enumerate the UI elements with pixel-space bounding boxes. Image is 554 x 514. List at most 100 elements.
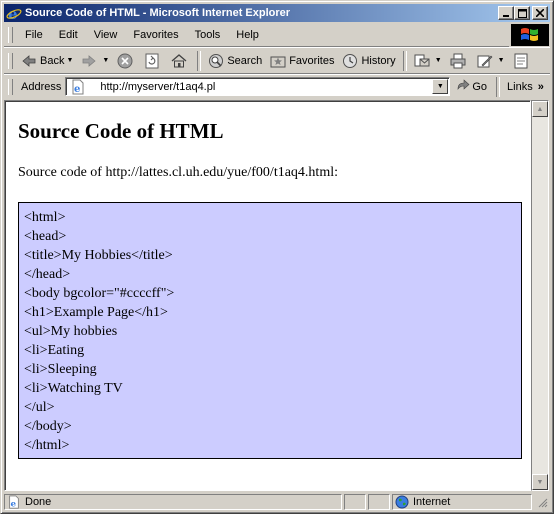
menu-view[interactable]: View [86,26,126,44]
maximize-icon [517,8,527,18]
home-button[interactable] [167,50,194,72]
address-bar: Address e ▼ Go Links » [4,74,550,98]
security-zone-panel: Internet [392,494,532,510]
page-icon: e [70,79,86,95]
code-line: </html> [24,438,70,453]
internet-explorer-icon: e [6,5,22,23]
history-label: History [361,54,396,67]
toolbar-grip[interactable] [8,52,13,69]
go-button[interactable]: Go [450,79,493,94]
menu-tools[interactable]: Tools [187,26,229,44]
address-grip[interactable] [8,78,13,95]
discuss-button[interactable] [509,50,536,72]
toolbar-separator [402,50,407,71]
history-button[interactable]: History [338,50,399,72]
page-content: Source Code of HTML Source code of http:… [4,100,531,491]
edit-page-icon [477,53,493,69]
close-button[interactable] [532,6,548,20]
windows-flag-icon [521,28,538,41]
print-button[interactable] [446,50,473,72]
code-line: <head> [24,229,67,244]
code-line: <title>My Hobbies</title> [24,248,173,263]
forward-arrow-icon [81,53,97,69]
edit-dropdown-icon[interactable]: ▼ [498,57,505,64]
code-line: </ul> [24,400,55,415]
back-label: Back [40,54,65,67]
menu-grip[interactable] [8,27,13,43]
svg-text:e: e [11,499,17,509]
page-intro-text: Source code of http://lattes.cl.uh.edu/y… [18,165,338,180]
code-line: </body> [24,419,72,434]
discuss-icon [513,53,529,69]
refresh-button[interactable] [140,50,167,72]
minimize-icon [503,15,509,17]
edit-button[interactable]: ▼ [473,50,509,72]
menu-bar: File Edit View Favorites Tools Help [4,24,509,47]
title-bar[interactable]: e Source Code of HTML - Microsoft Intern… [4,4,550,23]
search-icon [208,53,224,69]
links-label: Links [507,80,533,93]
code-line: <h1>Example Page</h1> [24,305,168,320]
address-dropdown-icon[interactable]: ▼ [432,79,449,94]
links-toolbar[interactable]: Links » [503,81,548,93]
go-label: Go [472,80,488,93]
mail-icon [414,53,430,69]
status-bar: e Done Internet [4,493,550,511]
minimize-button[interactable] [498,6,514,20]
back-button[interactable]: Back ▼ [17,50,77,72]
windows-logo [511,24,549,46]
resize-grip-icon[interactable] [536,496,548,508]
back-dropdown-icon[interactable]: ▼ [66,57,73,64]
links-chevron-icon[interactable]: » [538,81,544,93]
stop-button[interactable] [113,50,140,72]
vertical-scrollbar[interactable]: ▲ ▼ [531,100,549,491]
code-line: <html> [24,210,66,225]
window-title: Source Code of HTML - Microsoft Internet… [25,7,291,19]
stop-icon [117,53,133,69]
code-line: <li>Watching TV [24,381,123,396]
svg-text:e: e [74,84,80,95]
source-code-box: <html> <head> <title>My Hobbies</title> … [18,202,522,459]
toolbar-separator [197,50,202,71]
back-arrow-icon [21,53,37,69]
favorites-button[interactable]: Favorites [266,50,338,72]
mail-button[interactable]: ▼ [410,50,446,72]
menu-edit[interactable]: Edit [51,26,86,44]
go-arrow-icon [456,79,470,94]
scroll-up-icon[interactable]: ▲ [532,101,548,117]
forward-button[interactable]: ▼ [77,50,113,72]
address-separator [496,76,501,97]
history-icon [342,53,358,69]
status-main-panel: e Done [4,494,342,510]
close-icon [536,9,544,17]
zone-label: Internet [413,496,451,508]
mail-dropdown-icon[interactable]: ▼ [435,57,442,64]
globe-icon [395,495,409,509]
standard-toolbar: Back ▼ ▼ Search Favorites History ▼ ▼ [4,47,550,74]
maximize-button[interactable] [514,6,530,20]
code-line: <body bgcolor="#ccccff"> [24,286,175,301]
status-page-icon: e [7,495,21,509]
menu-help[interactable]: Help [228,26,267,44]
address-label: Address [21,80,62,93]
code-line: </head> [24,267,71,282]
address-input[interactable] [100,80,433,93]
status-panel [368,494,390,510]
menu-file[interactable]: File [17,26,51,44]
code-line: <ul>My hobbies [24,324,118,339]
forward-dropdown-icon[interactable]: ▼ [102,57,109,64]
printer-icon [450,53,466,69]
page-heading: Source Code of HTML [18,119,224,143]
code-line: <li>Sleeping [24,362,97,377]
scroll-down-icon[interactable]: ▼ [532,474,548,490]
favorites-label: Favorites [289,54,335,67]
search-button[interactable]: Search [204,50,266,72]
home-icon [171,53,187,69]
address-field[interactable]: e ▼ [65,77,451,96]
status-panel [344,494,366,510]
menu-favorites[interactable]: Favorites [125,26,186,44]
favorites-icon [270,53,286,69]
refresh-icon [144,53,160,69]
status-text: Done [25,496,52,508]
code-line: <li>Eating [24,343,85,358]
